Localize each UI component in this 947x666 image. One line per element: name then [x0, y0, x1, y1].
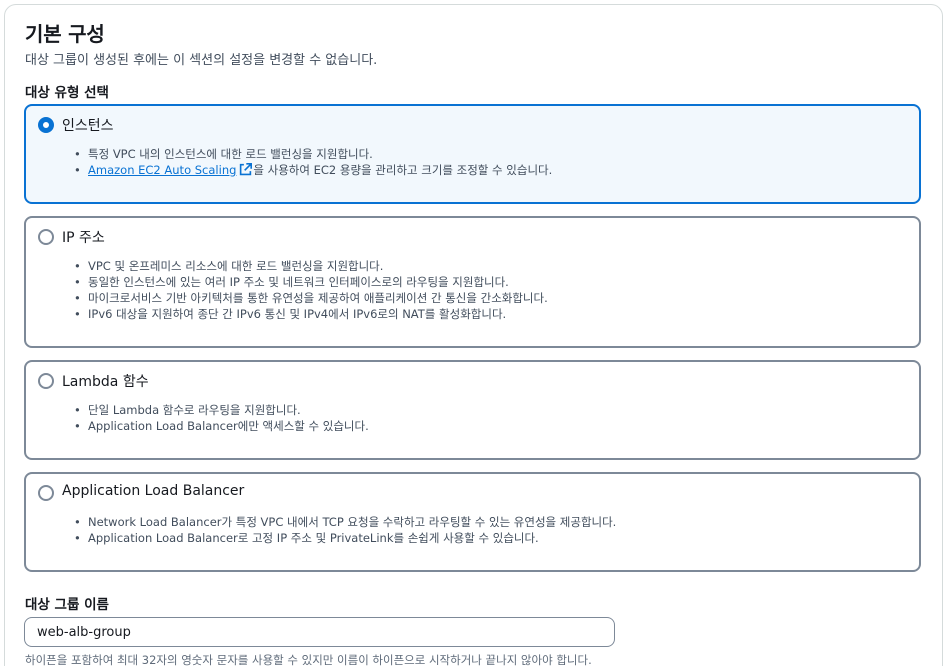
option-lambda-bullets: 단일 Lambda 함수로 라우팅을 지원합니다. Application Lo…: [74, 402, 369, 434]
list-item: Application Load Balancer로 고정 IP 주소 및 Pr…: [74, 530, 616, 546]
option-alb-label: Application Load Balancer: [62, 483, 245, 499]
target-group-name-hint: 하이픈을 포함하여 최대 32자의 영숫자 문자를 사용할 수 있지만 이름이 …: [25, 653, 592, 666]
ip-radio[interactable]: [38, 229, 54, 245]
lambda-radio[interactable]: [38, 373, 54, 389]
list-item: VPC 및 온프레미스 리소스에 대한 로드 밸런싱을 지원합니다.: [74, 258, 548, 274]
option-instances-tile[interactable]: 인스턴스 특정 VPC 내의 인스턴스에 대한 로드 밸런싱을 지원합니다. A…: [24, 104, 921, 204]
external-link-icon[interactable]: [239, 163, 253, 176]
alb-radio[interactable]: [38, 485, 54, 501]
target-group-name-input[interactable]: [24, 617, 615, 647]
option-instances-bullets: 특정 VPC 내의 인스턴스에 대한 로드 밸런싱을 지원합니다. Amazon…: [74, 146, 553, 178]
section-title: 기본 구성: [25, 22, 105, 46]
option-instances-label: 인스턴스: [62, 118, 114, 134]
option-alb-tile[interactable]: Application Load Balancer Network Load B…: [24, 472, 921, 572]
list-item: Application Load Balancer에만 액세스할 수 있습니다.: [74, 418, 369, 434]
list-item: 마이크로서비스 기반 아키텍처를 통한 유연성을 제공하여 애플리케이션 간 통…: [74, 290, 548, 306]
autoscaling-suffix: 을 사용하여 EC2 용량을 관리하고 크기를 조정할 수 있습니다.: [253, 163, 553, 177]
section-description: 대상 그룹이 생성된 후에는 이 섹션의 설정을 변경할 수 없습니다.: [25, 53, 378, 68]
option-ip-tile[interactable]: IP 주소 VPC 및 온프레미스 리소스에 대한 로드 밸런싱을 지원합니다.…: [24, 216, 921, 348]
ec2-auto-scaling-link[interactable]: Amazon EC2 Auto Scaling: [88, 163, 236, 177]
list-item: 특정 VPC 내의 인스턴스에 대한 로드 밸런싱을 지원합니다.: [74, 146, 552, 162]
option-lambda-label: Lambda 함수: [62, 374, 149, 390]
option-alb-bullets: Network Load Balancer가 특정 VPC 내에서 TCP 요청…: [74, 514, 616, 546]
option-lambda-tile[interactable]: Lambda 함수 단일 Lambda 함수로 라우팅을 지원합니다. Appl…: [24, 360, 921, 460]
target-group-name-label: 대상 그룹 이름: [25, 597, 109, 613]
list-item: IPv6 대상을 지원하여 종단 간 IPv6 통신 및 IPv4에서 IPv6…: [74, 306, 548, 322]
option-ip-label: IP 주소: [62, 230, 105, 246]
list-item-autoscaling: Amazon EC2 Auto Scaling 을 사용하여 EC2 용량을 관리…: [74, 162, 553, 178]
instances-radio[interactable]: [38, 117, 54, 133]
list-item: Network Load Balancer가 특정 VPC 내에서 TCP 요청…: [74, 514, 616, 530]
target-type-label: 대상 유형 선택: [25, 85, 109, 101]
list-item: 동일한 인스턴스에 있는 여러 IP 주소 및 네트워크 인터페이스로의 라우팅…: [74, 274, 548, 290]
list-item: 단일 Lambda 함수로 라우팅을 지원합니다.: [74, 402, 369, 418]
option-ip-bullets: VPC 및 온프레미스 리소스에 대한 로드 밸런싱을 지원합니다. 동일한 인…: [74, 258, 548, 322]
